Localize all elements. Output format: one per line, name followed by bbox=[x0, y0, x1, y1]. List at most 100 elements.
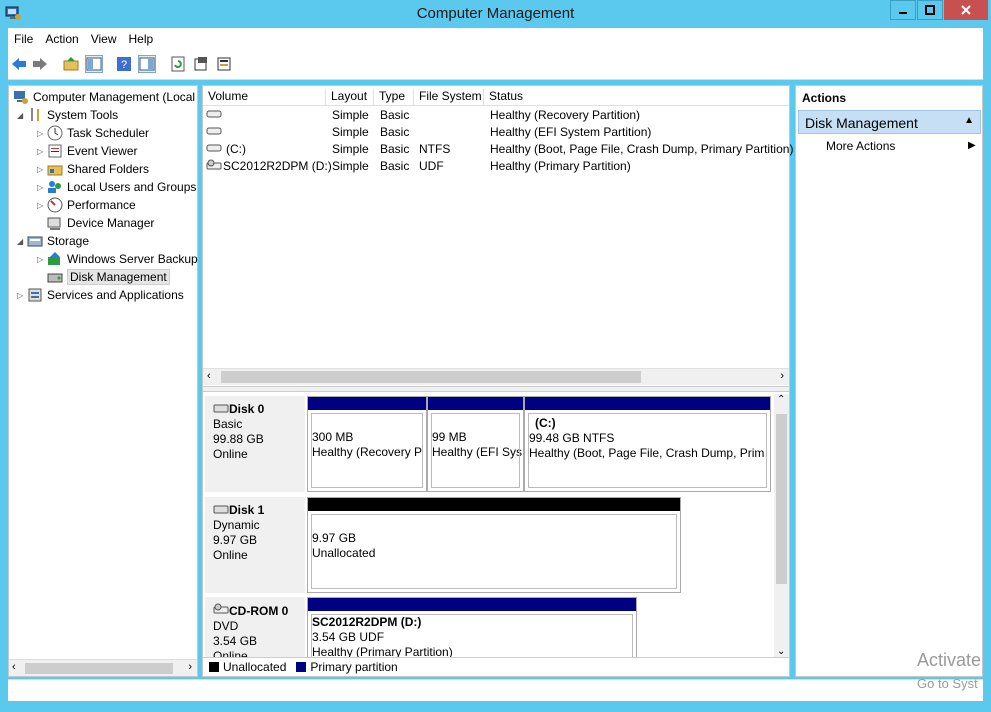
partition-inner bbox=[528, 413, 767, 488]
column-header-layout[interactable]: Layout bbox=[326, 89, 374, 106]
collapsed-arrow-icon[interactable]: ▷ bbox=[37, 255, 47, 264]
scroll-right-icon[interactable]: › bbox=[780, 370, 784, 382]
tree-item-local-users-groups[interactable]: ▷ Local Users and Groups bbox=[37, 178, 196, 196]
disk-view-vertical-scrollbar[interactable]: ⌃ ⌄ bbox=[774, 394, 789, 657]
partition-recovery[interactable]: 300 MB Healthy (Recovery P bbox=[307, 396, 427, 492]
partition-color-bar bbox=[308, 397, 426, 410]
drive-icon bbox=[206, 125, 222, 139]
expanded-arrow-icon[interactable]: ◢ bbox=[17, 237, 27, 246]
event-viewer-icon bbox=[47, 143, 63, 159]
column-header-file-system[interactable]: File System bbox=[414, 89, 484, 106]
volume-name: (C:) bbox=[226, 142, 246, 156]
up-folder-icon[interactable] bbox=[62, 55, 80, 73]
column-header-volume[interactable]: Volume bbox=[203, 89, 326, 106]
disk-state: Online bbox=[213, 548, 248, 562]
collapsed-arrow-icon[interactable]: ▷ bbox=[37, 183, 47, 192]
tree-item-shared-folders[interactable]: ▷ Shared Folders bbox=[37, 160, 149, 178]
disk-icon bbox=[213, 402, 229, 416]
pane-splitter[interactable] bbox=[203, 386, 789, 392]
disk-graphical-view: Disk 0 Basic 99.88 GB Online 300 MB Heal… bbox=[203, 394, 773, 657]
volume-status: Healthy (Boot, Page File, Crash Dump, Pr… bbox=[490, 142, 794, 156]
tree-item-system-tools[interactable]: ◢ System Tools bbox=[17, 106, 118, 124]
scroll-down-icon[interactable]: ⌄ bbox=[777, 646, 785, 657]
actions-section-disk-management[interactable]: Disk Management ▲ bbox=[798, 110, 981, 134]
column-header-type[interactable]: Type bbox=[374, 89, 414, 106]
properties-icon[interactable] bbox=[192, 55, 210, 73]
minimize-button[interactable] bbox=[890, 0, 916, 20]
cdrom-0-label[interactable]: CD-ROM 0 DVD 3.54 GB Online bbox=[205, 597, 305, 657]
disk-name: Disk 1 bbox=[229, 503, 265, 517]
tree-item-windows-server-backup[interactable]: ▷ Windows Server Backup bbox=[37, 250, 198, 268]
volume-list-horizontal-scrollbar[interactable]: ‹ › bbox=[203, 368, 789, 385]
status-bar bbox=[8, 679, 983, 701]
tree-item-performance[interactable]: ▷ Performance bbox=[37, 196, 136, 214]
help-icon[interactable]: ? bbox=[115, 55, 133, 73]
dvd-drive-icon bbox=[213, 603, 229, 618]
toolbar: ? bbox=[8, 50, 983, 80]
tree-horizontal-scrollbar[interactable]: ‹ › bbox=[9, 659, 197, 676]
tree-item-task-scheduler[interactable]: ▷ Task Scheduler bbox=[37, 124, 149, 142]
tree-item-device-manager[interactable]: Device Manager bbox=[47, 214, 154, 232]
volume-row[interactable]: Simple Basic Healthy (Recovery Partition… bbox=[203, 107, 789, 124]
scroll-left-icon[interactable]: ‹ bbox=[12, 661, 16, 673]
collapsed-arrow-icon[interactable]: ▷ bbox=[37, 129, 47, 138]
forward-arrow-icon[interactable] bbox=[31, 55, 49, 73]
disk-icon bbox=[213, 503, 229, 517]
dvd-drive-icon bbox=[206, 159, 222, 174]
collapse-arrow-icon[interactable]: ▲ bbox=[964, 115, 974, 126]
volume-name: SC2012R2DPM (D:) bbox=[223, 159, 332, 173]
partition-inner bbox=[431, 413, 520, 488]
expanded-arrow-icon[interactable]: ◢ bbox=[17, 111, 27, 120]
partition-color-bar bbox=[428, 397, 523, 410]
collapsed-arrow-icon[interactable]: ▷ bbox=[17, 291, 27, 300]
maximize-button[interactable] bbox=[917, 0, 943, 20]
scroll-thumb[interactable] bbox=[776, 414, 787, 584]
scroll-right-icon[interactable]: › bbox=[188, 661, 192, 673]
back-arrow-icon[interactable] bbox=[10, 55, 28, 73]
partition-inner bbox=[311, 614, 633, 657]
more-actions-item[interactable]: More Actions bbox=[826, 139, 895, 153]
unallocated-swatch bbox=[209, 662, 219, 672]
menu-view[interactable]: View bbox=[85, 32, 123, 46]
collapsed-arrow-icon[interactable]: ▷ bbox=[37, 201, 47, 210]
disk-1-label[interactable]: Disk 1 Dynamic 9.97 GB Online bbox=[205, 497, 305, 593]
disk-state: Online bbox=[213, 649, 248, 657]
scroll-up-icon[interactable]: ⌃ bbox=[777, 394, 785, 405]
close-button[interactable] bbox=[944, 0, 988, 20]
scroll-thumb[interactable] bbox=[25, 663, 173, 674]
tree-item-services-applications[interactable]: ▷ Services and Applications bbox=[17, 286, 184, 304]
column-header-status[interactable]: Status bbox=[484, 89, 789, 106]
show-action-pane-icon[interactable] bbox=[138, 55, 156, 73]
menu-help[interactable]: Help bbox=[123, 32, 160, 46]
primary-swatch bbox=[296, 662, 307, 672]
tree-item-disk-management[interactable]: Disk Management bbox=[47, 268, 170, 286]
menu-bar: File Action View Help bbox=[8, 28, 983, 50]
tree-item-event-viewer[interactable]: ▷ Event Viewer bbox=[37, 142, 137, 160]
partition-efi[interactable]: 99 MB Healthy (EFI Sys bbox=[427, 396, 524, 492]
partition-dvd[interactable]: SC2012R2DPM (D:) 3.54 GB UDF Healthy (Pr… bbox=[307, 597, 637, 657]
shared-folder-icon bbox=[47, 161, 63, 177]
show-hide-tree-icon[interactable] bbox=[85, 55, 103, 73]
tree-item-storage[interactable]: ◢ Storage bbox=[17, 232, 89, 250]
volume-row[interactable]: (C:) Simple Basic NTFS Healthy (Boot, Pa… bbox=[203, 141, 793, 158]
menu-action[interactable]: Action bbox=[39, 32, 84, 46]
collapsed-arrow-icon[interactable]: ▷ bbox=[37, 147, 47, 156]
volume-row[interactable]: Simple Basic Healthy (EFI System Partiti… bbox=[203, 124, 789, 141]
disk-name: Disk 0 bbox=[229, 402, 265, 416]
menu-file[interactable]: File bbox=[8, 32, 39, 46]
collapsed-arrow-icon[interactable]: ▷ bbox=[37, 165, 47, 174]
partition-c[interactable]: (C:) 99.48 GB NTFS Healthy (Boot, Page F… bbox=[524, 396, 771, 492]
disk-settings-icon[interactable] bbox=[215, 55, 233, 73]
disk-state: Online bbox=[213, 447, 248, 461]
tree-item-computer-management[interactable]: Computer Management (Local bbox=[13, 88, 195, 106]
navigation-tree: Computer Management (Local ◢ System Tool… bbox=[8, 85, 198, 677]
disk-0-label[interactable]: Disk 0 Basic 99.88 GB Online bbox=[205, 396, 305, 492]
partition-inner bbox=[311, 514, 677, 589]
scroll-thumb[interactable] bbox=[221, 371, 641, 383]
disk-management-pane: Volume Layout Type File System Status Si… bbox=[202, 85, 793, 677]
partition-unallocated[interactable]: 9.97 GB Unallocated bbox=[307, 497, 681, 593]
disk-name: CD-ROM 0 bbox=[229, 604, 289, 618]
volume-row[interactable]: SC2012R2DPM (D:) Simple Basic UDF Health… bbox=[203, 158, 789, 175]
refresh-icon[interactable] bbox=[169, 55, 187, 73]
scroll-left-icon[interactable]: ‹ bbox=[207, 370, 211, 382]
